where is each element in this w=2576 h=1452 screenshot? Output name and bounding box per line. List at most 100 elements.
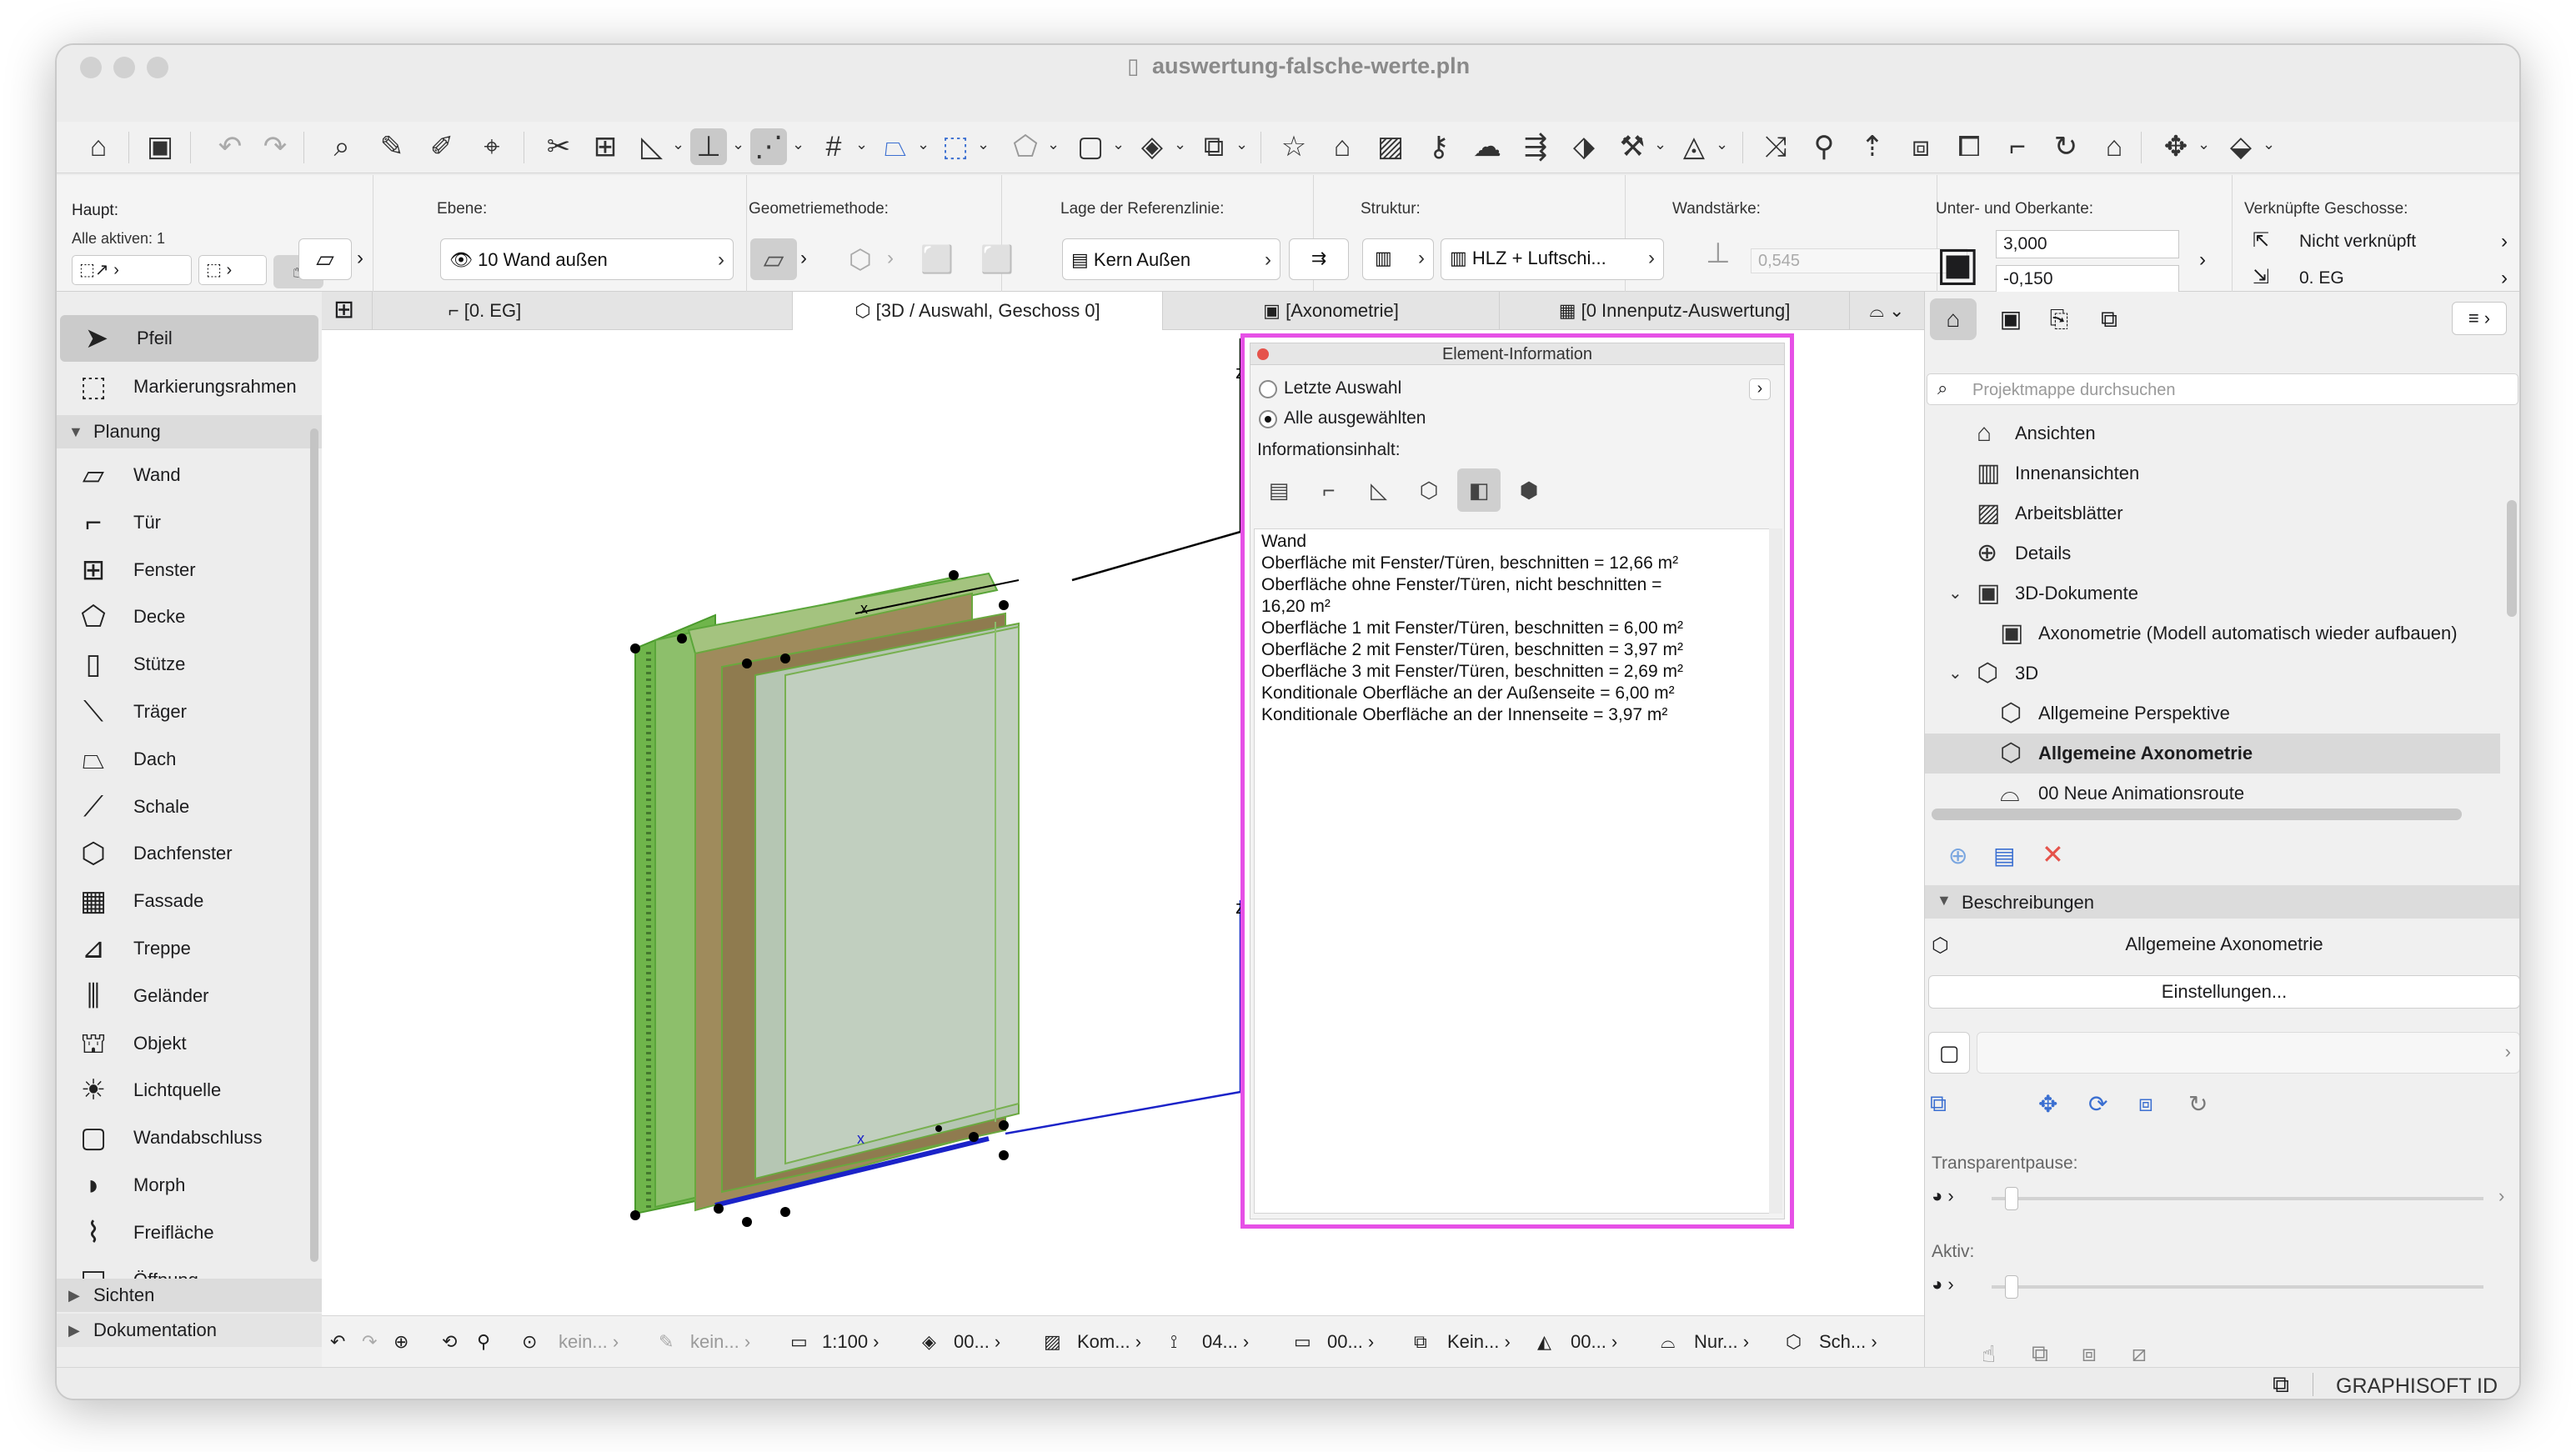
tool-wall-end[interactable]: ▢ Wandabschluss <box>57 1114 322 1161</box>
chevron-right-icon[interactable]: › <box>2199 248 2206 272</box>
quick-option-1[interactable]: kein... › <box>559 1316 619 1368</box>
trace-compare-icon[interactable]: ⧉ <box>2032 1340 2048 1368</box>
tree-item-3d-dokumente[interactable]: ⌄ ▣ 3D-Dokumente <box>1925 573 2500 613</box>
tool-railing[interactable]: ⫼ Geländer <box>57 973 322 1019</box>
chevron-down-icon[interactable]: ⌄ <box>1047 136 1060 153</box>
cut-icon[interactable]: ⚷ <box>1421 128 1457 165</box>
top-field[interactable]: 3,000 <box>1996 230 2179 258</box>
chevron-down-icon[interactable]: ⌄ <box>977 136 990 153</box>
chevron-down-icon[interactable]: ⌄ <box>855 136 868 153</box>
structure-type-button[interactable]: ▥ › <box>1362 238 1434 280</box>
walk-icon[interactable]: ⚲ <box>477 1316 490 1368</box>
trace-mirror-icon[interactable]: ⧈ <box>2138 1090 2153 1118</box>
trace-icon[interactable]: ⬠ <box>1007 128 1044 165</box>
trace-edit-icon[interactable]: ⧄ <box>2132 1340 2147 1368</box>
section-sichten[interactable]: ▶ Sichten <box>57 1279 322 1312</box>
toolbox-scrollbar[interactable] <box>310 428 318 1262</box>
chevron-right-icon[interactable]: › <box>800 247 807 270</box>
renovation-icon[interactable]: ⚒ <box>1614 128 1651 165</box>
zoom-window-button[interactable] <box>147 57 168 78</box>
tab-more-button[interactable]: ⌓ ⌄ <box>1849 292 1924 330</box>
trace-reset-icon[interactable]: ↻ <box>2188 1090 2208 1118</box>
tree-item-arbeitsblaetter[interactable]: ▨ Arbeitsblätter <box>1925 493 2500 533</box>
trace-split-icon[interactable]: ⧈ <box>2082 1340 2097 1368</box>
chevron-down-icon[interactable]: ⌄ <box>1174 136 1186 153</box>
render-icon[interactable]: ◈ <box>1134 128 1170 165</box>
cloud-icon[interactable]: ☁ <box>1469 128 1506 165</box>
layout-book-icon[interactable]: ⎘ <box>2038 298 2080 340</box>
tree-item-details[interactable]: ⊕ Details <box>1925 533 2500 573</box>
descriptions-section[interactable]: ▼ Beschreibungen <box>1925 885 2519 919</box>
tab-schedule[interactable]: ▦ [0 Innenputz-Auswertung] <box>1499 292 1849 330</box>
tool-marquee[interactable]: ⬚ Markierungsrahmen <box>57 363 322 410</box>
orbit-icon[interactable]: ⟲ <box>442 1316 457 1368</box>
favorites-icon[interactable]: ☆ <box>1275 128 1312 165</box>
chevron-down-icon[interactable]: ⌄ <box>2198 136 2210 153</box>
zoom-in-icon[interactable]: ⊕ <box>393 1316 408 1368</box>
delete-view-icon[interactable]: ✕ <box>2042 839 2064 870</box>
redo-icon[interactable]: ↷ <box>257 128 293 165</box>
quick-option-2[interactable]: kein... › <box>690 1316 750 1368</box>
quick-option-structure[interactable]: 00... › <box>1571 1316 1617 1368</box>
offset-icon[interactable]: ⧠ <box>1951 128 1987 165</box>
quick-option-pens[interactable]: Kom... › <box>1077 1316 1141 1368</box>
graphisoft-id-link[interactable]: GRAPHISOFT ID <box>2336 1374 2498 1399</box>
tool-arrow[interactable]: ➤ Pfeil <box>60 315 318 362</box>
tree-item-3d[interactable]: ⌄ ⬡ 3D <box>1925 653 2500 693</box>
group-icon[interactable]: ⬙ <box>2223 128 2259 165</box>
chevron-down-icon[interactable]: ⌄ <box>1948 653 1962 693</box>
zoom-next-icon[interactable]: ↷ <box>362 1316 377 1368</box>
active-slider-thumb[interactable] <box>2005 1275 2018 1299</box>
pick-up-parameters-icon[interactable]: ✎ <box>373 128 410 165</box>
tool-beam[interactable]: ⟍ Träger <box>57 688 322 735</box>
settings-view-icon[interactable]: ▤ <box>1993 842 2015 869</box>
tool-stair[interactable]: ⊿ Treppe <box>57 925 322 972</box>
chevron-down-icon[interactable]: ⌄ <box>1112 136 1125 153</box>
active-slider[interactable] <box>1992 1285 2483 1289</box>
trace-switch-icon[interactable]: ⧉ <box>1930 1090 1947 1118</box>
publisher-icon[interactable]: ⧉ <box>2088 298 2130 340</box>
chevron-down-icon[interactable]: ⌄ <box>2263 136 2275 153</box>
magic-wand-icon[interactable]: ⌖ <box>474 128 510 165</box>
zoom-fit-icon[interactable]: ⊙ <box>522 1316 537 1368</box>
dimension-icon[interactable]: ⊞ <box>587 128 624 165</box>
tool-slab[interactable]: ⬠ Decke <box>57 593 322 640</box>
surface-icon[interactable]: ◧ <box>1457 468 1501 512</box>
area-icon[interactable]: ◺ <box>1357 468 1401 512</box>
trace-rotate-icon[interactable]: ⟳ <box>2088 1090 2107 1118</box>
mirror-icon[interactable]: ⧈ <box>1902 128 1939 165</box>
layout-icon[interactable]: ⬚ <box>937 128 974 165</box>
tool-wall[interactable]: ▱ Wand <box>57 452 322 498</box>
bottom-field[interactable]: -0,150 <box>1996 265 2179 293</box>
tool-skylight[interactable]: ⬡ Dachfenster <box>57 830 322 877</box>
tool-window[interactable]: ⊞ Fenster <box>57 547 322 593</box>
chevron-right-icon[interactable]: › <box>357 247 363 270</box>
add-view-icon[interactable]: ⊕ <box>1948 842 1967 869</box>
chevron-down-icon[interactable]: ⌄ <box>917 136 930 153</box>
tree-vscrollbar[interactable] <box>2507 500 2517 617</box>
view-map-icon[interactable]: ▣ <box>1990 298 2032 340</box>
volume-icon[interactable]: ⬡ <box>1407 468 1451 512</box>
trace-reference-icon[interactable]: ▢ <box>1928 1032 1970 1074</box>
chevron-down-icon[interactable]: ⌄ <box>672 136 684 153</box>
chevron-right-icon[interactable]: › <box>2498 1185 2504 1207</box>
tree-item-animationsroute[interactable]: ⌓ 00 Neue Animationsroute <box>1925 774 2500 814</box>
selection-icon[interactable]: ▢ <box>1072 128 1109 165</box>
quick-option-scale[interactable]: 1:100 › <box>822 1316 880 1368</box>
section-planung[interactable]: ▼ Planung <box>57 415 322 448</box>
quick-option-mvo[interactable]: 04... › <box>1202 1316 1249 1368</box>
marquee-mode-button[interactable]: ⬚ › <box>198 255 267 285</box>
tool-mesh[interactable]: ⌇ Freifläche <box>57 1209 322 1256</box>
tree-hscrollbar[interactable] <box>1932 809 2462 820</box>
grid-snap-icon[interactable]: # <box>815 128 852 165</box>
info-scrollbar[interactable] <box>1769 528 1782 1214</box>
trapezoid-wall-icon[interactable]: ⬡ <box>837 238 884 280</box>
fillet-icon[interactable]: ⌐ <box>1999 128 2036 165</box>
tab-axonometry[interactable]: ▣ [Axonometrie] <box>1162 292 1499 330</box>
trace-reference-select[interactable]: › <box>1977 1032 2519 1074</box>
tool-morph[interactable]: ◗ Morph <box>57 1162 322 1209</box>
project-map-icon[interactable]: ⌂ <box>1930 298 1977 340</box>
chevron-down-icon[interactable]: ⌄ <box>1948 573 1962 613</box>
wall-shape-button[interactable]: ▱ <box>298 238 352 280</box>
color-wheel-icon[interactable]: ◕ › <box>1932 1185 1954 1207</box>
